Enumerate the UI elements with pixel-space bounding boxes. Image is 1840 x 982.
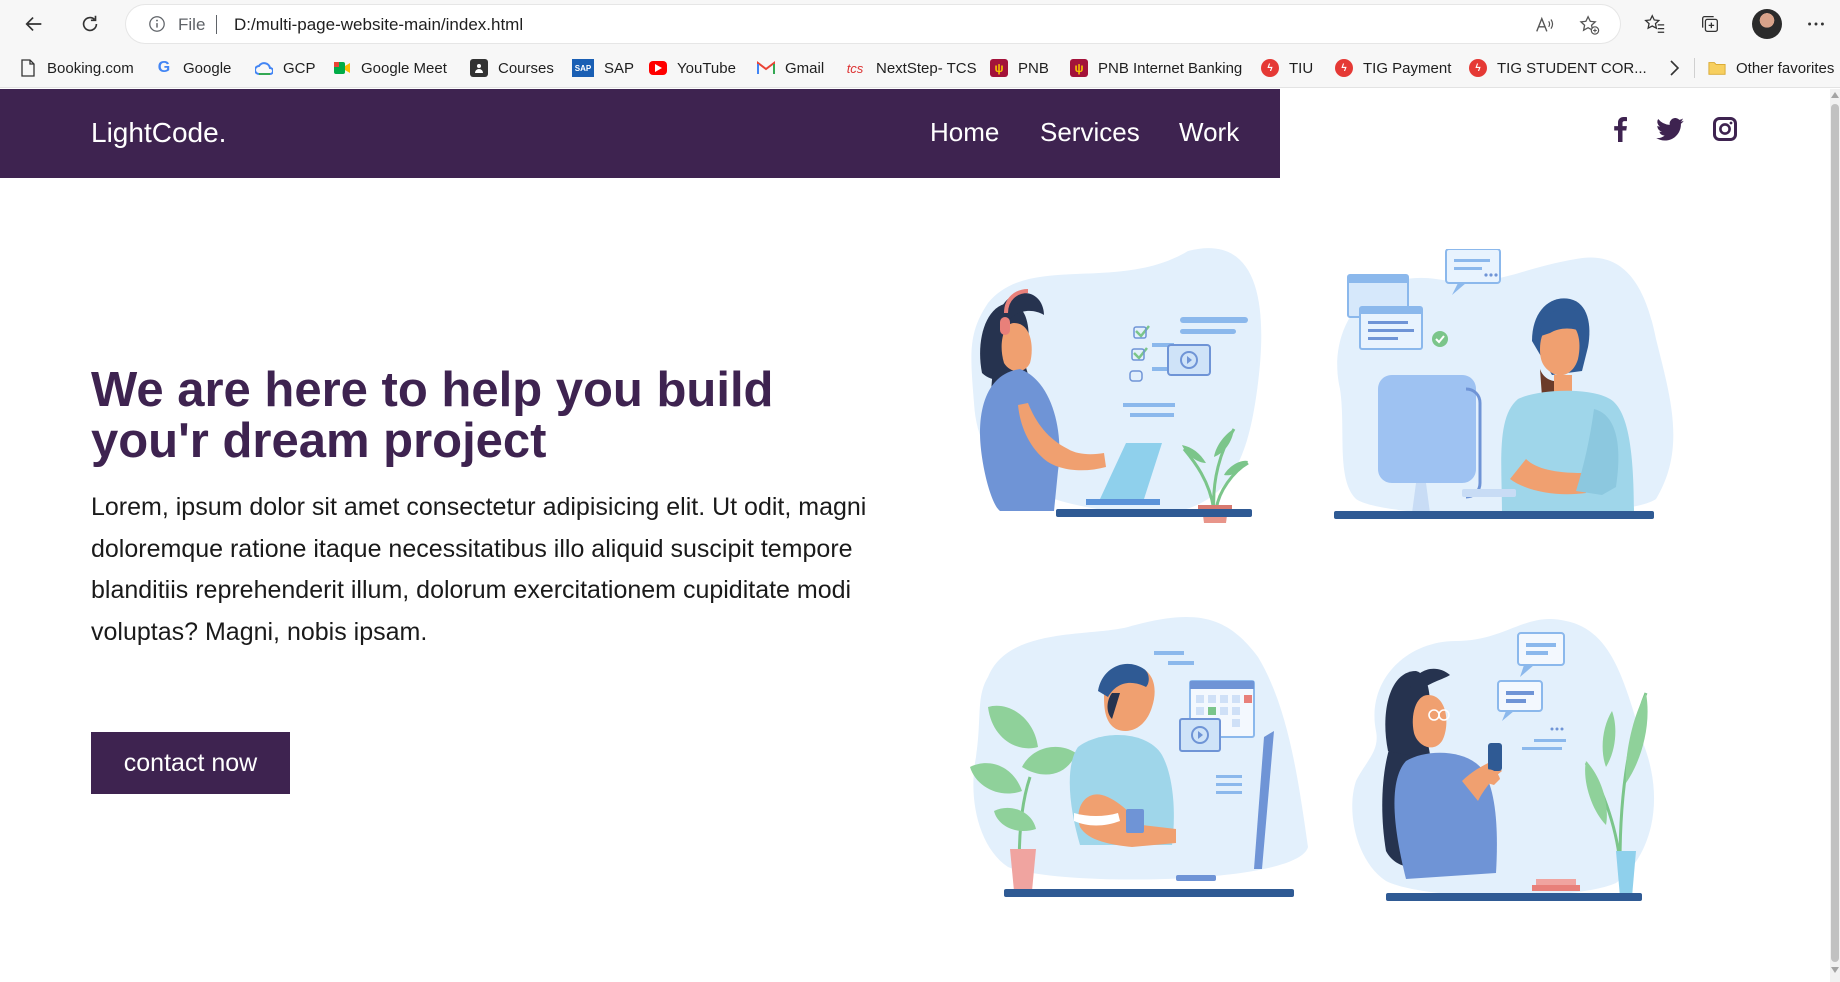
read-aloud-icon: [1536, 16, 1554, 32]
bookmark-gcp[interactable]: GCP: [255, 57, 316, 79]
pnb-icon: ψ: [990, 59, 1008, 77]
bookmark-nextstep-tcs[interactable]: tcs NextStep- TCS: [844, 57, 977, 79]
info-icon[interactable]: [148, 15, 166, 33]
folder-icon: [1708, 59, 1726, 77]
hero-title: We are here to help you build you'r drea…: [91, 363, 774, 468]
scroll-up-arrow[interactable]: [1831, 92, 1839, 98]
tcs-icon: tcs: [846, 60, 864, 76]
chevron-right-icon[interactable]: [1664, 58, 1684, 78]
bookmark-youtube[interactable]: YouTube: [649, 57, 736, 79]
hero-description: Lorem, ipsum dolor sit amet consectetur …: [91, 493, 867, 646]
tiu-icon: ϟ: [1261, 59, 1279, 77]
bookmark-label: GCP: [283, 59, 316, 77]
page-viewport: LightCode. Home Services Work We are her…: [0, 89, 1830, 982]
address-bar[interactable]: File D:/multi-page-website-main/index.ht…: [126, 5, 1620, 43]
instagram-icon[interactable]: [1711, 115, 1739, 143]
illustration-phone-user: [1352, 618, 1655, 901]
profile-avatar[interactable]: [1752, 9, 1782, 39]
url-scheme: File: [178, 15, 206, 34]
bookmark-label: Google Meet: [361, 59, 447, 77]
illustration-coffee-developer: [970, 617, 1308, 897]
more-dots-icon: [1808, 22, 1824, 26]
bookmarks-divider: [1694, 58, 1695, 78]
url-text[interactable]: D:/multi-page-website-main/index.html: [234, 15, 523, 35]
star-add-icon: [1579, 15, 1600, 35]
bookmark-label: TIG Payment: [1363, 59, 1452, 77]
bookmark-pnb[interactable]: ψ PNB: [990, 57, 1049, 79]
site-navbar: LightCode. Home Services Work: [0, 89, 1280, 178]
read-aloud-button[interactable]: [1532, 12, 1558, 38]
favorites-button[interactable]: [1638, 7, 1672, 41]
sap-icon: SAP: [572, 59, 594, 77]
gcp-icon: [255, 59, 273, 77]
nav-home[interactable]: Home: [930, 117, 999, 148]
site-logo[interactable]: LightCode.: [91, 117, 226, 149]
bookmark-google[interactable]: G Google: [155, 57, 232, 79]
bookmark-tig-payment[interactable]: ϟ TIG Payment: [1335, 57, 1451, 79]
back-button[interactable]: [17, 7, 51, 41]
refresh-icon: [82, 15, 98, 32]
other-favorites[interactable]: Other favorites: [1708, 57, 1834, 79]
refresh-button[interactable]: [73, 7, 107, 41]
settings-menu-button[interactable]: [1799, 7, 1833, 41]
favorites-star-icon: [1644, 14, 1665, 33]
document-icon: [19, 59, 37, 77]
google-icon: G: [157, 59, 171, 76]
collections-icon: [1702, 16, 1718, 32]
bookmark-label: TIG STUDENT COR...: [1497, 59, 1647, 77]
bookmark-gmail[interactable]: Gmail: [757, 57, 824, 79]
tig-icon: ϟ: [1469, 59, 1487, 77]
bookmark-label: Booking.com: [47, 59, 134, 77]
bookmark-label: TIU: [1289, 59, 1314, 77]
bookmark-booking[interactable]: Booking.com: [19, 57, 134, 79]
arrow-left-icon: [25, 16, 42, 32]
bookmark-tig-student-corner[interactable]: ϟ TIG STUDENT COR...: [1469, 57, 1647, 79]
nav-work[interactable]: Work: [1179, 117, 1239, 148]
facebook-icon[interactable]: [1606, 115, 1634, 143]
illustration-remote-worker-headphones: [971, 248, 1262, 523]
bookmark-google-meet[interactable]: Google Meet: [333, 57, 447, 79]
tig-icon: ϟ: [1335, 59, 1353, 77]
bookmark-label: SAP: [604, 59, 635, 77]
bookmark-label: PNB Internet Banking: [1098, 59, 1243, 77]
bookmark-label: Google: [183, 59, 232, 77]
contact-now-button[interactable]: contact now: [91, 732, 290, 794]
pnb-icon: ψ: [1070, 59, 1088, 77]
favorites-bar: Booking.com G Google GCP Google Meet Cou…: [0, 48, 1840, 88]
bookmark-label: YouTube: [677, 59, 736, 77]
browser-toolbar: File D:/multi-page-website-main/index.ht…: [0, 0, 1840, 48]
scroll-down-arrow[interactable]: [1831, 967, 1839, 973]
bookmark-label: Gmail: [785, 59, 825, 77]
courses-icon: [470, 59, 488, 77]
twitter-icon[interactable]: [1656, 115, 1684, 143]
bookmark-courses[interactable]: Courses: [470, 57, 554, 79]
bookmark-pnb-internet-banking[interactable]: ψ PNB Internet Banking: [1070, 57, 1242, 79]
url-separator: [216, 15, 217, 34]
bookmark-label: PNB: [1018, 59, 1049, 77]
other-favorites-label: Other favorites: [1736, 59, 1835, 77]
nav-services[interactable]: Services: [1040, 117, 1140, 148]
collections-button[interactable]: [1693, 7, 1727, 41]
bookmark-label: Courses: [498, 59, 554, 77]
add-favorite-button[interactable]: [1576, 12, 1602, 38]
youtube-icon: [649, 61, 667, 75]
illustration-desktop-developer: [1334, 249, 1674, 519]
scroll-thumb[interactable]: [1831, 104, 1839, 962]
meet-icon: [333, 59, 351, 77]
bookmark-sap[interactable]: SAP SAP: [572, 57, 634, 79]
bookmark-tiu[interactable]: ϟ TIU: [1261, 57, 1313, 79]
bookmark-label: NextStep- TCS: [876, 59, 977, 77]
gmail-icon: [757, 59, 775, 77]
